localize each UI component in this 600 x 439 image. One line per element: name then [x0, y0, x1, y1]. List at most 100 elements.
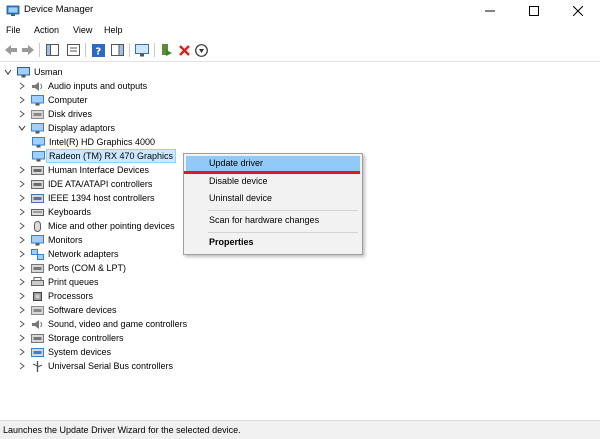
tree-item-label: Display adaptors [48, 123, 116, 133]
close-button[interactable] [556, 0, 600, 22]
scan-hardware-button[interactable] [134, 42, 150, 58]
menu-separator [208, 210, 358, 211]
expand-chevron-icon[interactable] [18, 261, 26, 275]
expand-chevron-icon[interactable] [18, 163, 26, 177]
expand-chevron-icon[interactable] [18, 233, 26, 247]
menu-view[interactable]: View [73, 25, 92, 35]
context-menu: Update driver Disable device Uninstall d… [183, 153, 363, 255]
menu-uninstall-device[interactable]: Uninstall device [186, 191, 360, 207]
tree-item-label: Print queues [48, 277, 99, 287]
window-title: Device Manager [24, 4, 94, 15]
menu-file[interactable]: File [6, 25, 21, 35]
maximize-button[interactable] [512, 0, 556, 22]
red-underline-annotation [184, 171, 360, 174]
expand-chevron-icon[interactable] [18, 93, 26, 107]
expand-chevron-icon[interactable] [18, 107, 26, 121]
tree-category-item[interactable]: Universal Serial Bus controllers [18, 359, 173, 373]
expand-chevron-icon[interactable] [18, 303, 26, 317]
tree-item-label: Audio inputs and outputs [48, 81, 148, 91]
tree-category-item[interactable]: Mice and other pointing devices [18, 219, 175, 233]
expand-chevron-icon[interactable] [18, 191, 26, 205]
expand-chevron-icon[interactable] [18, 275, 26, 289]
help-icon: ? [91, 43, 105, 57]
tree-category-item[interactable]: Processors [18, 289, 93, 303]
tree-device-item[interactable]: Intel(R) HD Graphics 4000 [32, 135, 155, 149]
tree-root-usman[interactable]: Usman [4, 65, 63, 79]
expand-chevron-icon[interactable] [18, 345, 26, 359]
back-arrow-icon [5, 45, 17, 55]
expand-chevron-icon[interactable] [18, 205, 26, 219]
menu-disable-device[interactable]: Disable device [186, 174, 360, 190]
expand-chevron-icon[interactable] [18, 331, 26, 345]
network-icon [31, 248, 44, 260]
device-manager-icon [6, 5, 20, 16]
tree-item-label: Human Interface Devices [48, 165, 150, 175]
action-pane-button[interactable] [109, 42, 125, 58]
menu-help[interactable]: Help [104, 25, 123, 35]
tree-category-item[interactable]: System devices [18, 345, 111, 359]
properties-button[interactable] [65, 42, 81, 58]
tree-category-item[interactable]: Ports (COM & LPT) [18, 261, 126, 275]
maximize-icon [529, 6, 539, 16]
expand-chevron-icon[interactable] [18, 177, 26, 191]
expand-chevron-icon[interactable] [18, 289, 26, 303]
tree-category-item[interactable]: IDE ATA/ATAPI controllers [18, 177, 152, 191]
help-button[interactable]: ? [90, 42, 106, 58]
update-driver-button[interactable] [158, 42, 174, 58]
tree-category-item[interactable]: IEEE 1394 host controllers [18, 191, 155, 205]
tree-category-item[interactable]: Computer [18, 93, 88, 107]
tree-item-label: Intel(R) HD Graphics 4000 [49, 137, 156, 147]
tree-category-item[interactable]: Display adaptors [18, 121, 115, 135]
sound-icon [32, 319, 43, 329]
menu-update-driver-label: Update driver [209, 158, 264, 168]
tree-category-item[interactable]: Monitors [18, 233, 83, 247]
expand-chevron-icon[interactable] [18, 317, 26, 331]
menu-separator [208, 232, 358, 233]
download-driver-button[interactable] [193, 42, 209, 58]
display-icon [32, 150, 45, 161]
minimize-icon [485, 10, 495, 12]
tree-category-item[interactable]: Network adapters [18, 247, 119, 261]
tree-category-item[interactable]: Human Interface Devices [18, 163, 149, 177]
tree-category-item[interactable]: Print queues [18, 275, 99, 289]
tree-category-item[interactable]: Software devices [18, 303, 117, 317]
tree-item-label: System devices [48, 347, 112, 357]
collapse-chevron-icon[interactable] [4, 65, 12, 79]
tree-category-item[interactable]: Keyboards [18, 205, 91, 219]
menu-scan-hardware[interactable]: Scan for hardware changes [186, 213, 360, 229]
display-icon [32, 136, 45, 147]
tree-category-item[interactable]: Sound, video and game controllers [18, 317, 187, 331]
forward-arrow-icon [22, 45, 34, 55]
tree-category-item[interactable]: Storage controllers [18, 331, 124, 345]
menu-uninstall-device-label: Uninstall device [209, 193, 273, 203]
port-icon [31, 263, 44, 273]
mouse-icon [34, 220, 41, 232]
tree-item-label: IEEE 1394 host controllers [48, 193, 155, 203]
monitor-icon [31, 234, 44, 245]
svg-text:?: ? [95, 46, 101, 57]
action-pane-icon [110, 44, 124, 56]
menu-properties[interactable]: Properties [186, 235, 360, 251]
tree-device-item[interactable]: Radeon (TM) RX 470 Graphics [32, 149, 177, 163]
uninstall-button[interactable] [176, 42, 192, 58]
computer-icon [17, 66, 30, 77]
tree-item-label: Sound, video and game controllers [48, 319, 188, 329]
menu-action[interactable]: Action [34, 25, 59, 35]
toolbar-separator [85, 43, 86, 57]
collapse-chevron-icon[interactable] [18, 121, 26, 135]
menu-update-driver[interactable]: Update driver [186, 156, 360, 172]
tree-category-item[interactable]: Disk drives [18, 107, 92, 121]
expand-chevron-icon[interactable] [18, 359, 26, 373]
console-tree-button[interactable] [44, 42, 60, 58]
expand-chevron-icon[interactable] [18, 79, 26, 93]
tree-item-label: Software devices [48, 305, 117, 315]
expand-chevron-icon[interactable] [18, 247, 26, 261]
forward-button[interactable] [20, 42, 36, 58]
tree-item-label: Network adapters [48, 249, 119, 259]
minimize-button[interactable] [468, 0, 512, 22]
menu-properties-label: Properties [209, 237, 254, 247]
expand-chevron-icon[interactable] [18, 219, 26, 233]
tree-category-item[interactable]: Audio inputs and outputs [18, 79, 147, 93]
back-button[interactable] [3, 42, 19, 58]
tree-item-label: Processors [48, 291, 94, 301]
